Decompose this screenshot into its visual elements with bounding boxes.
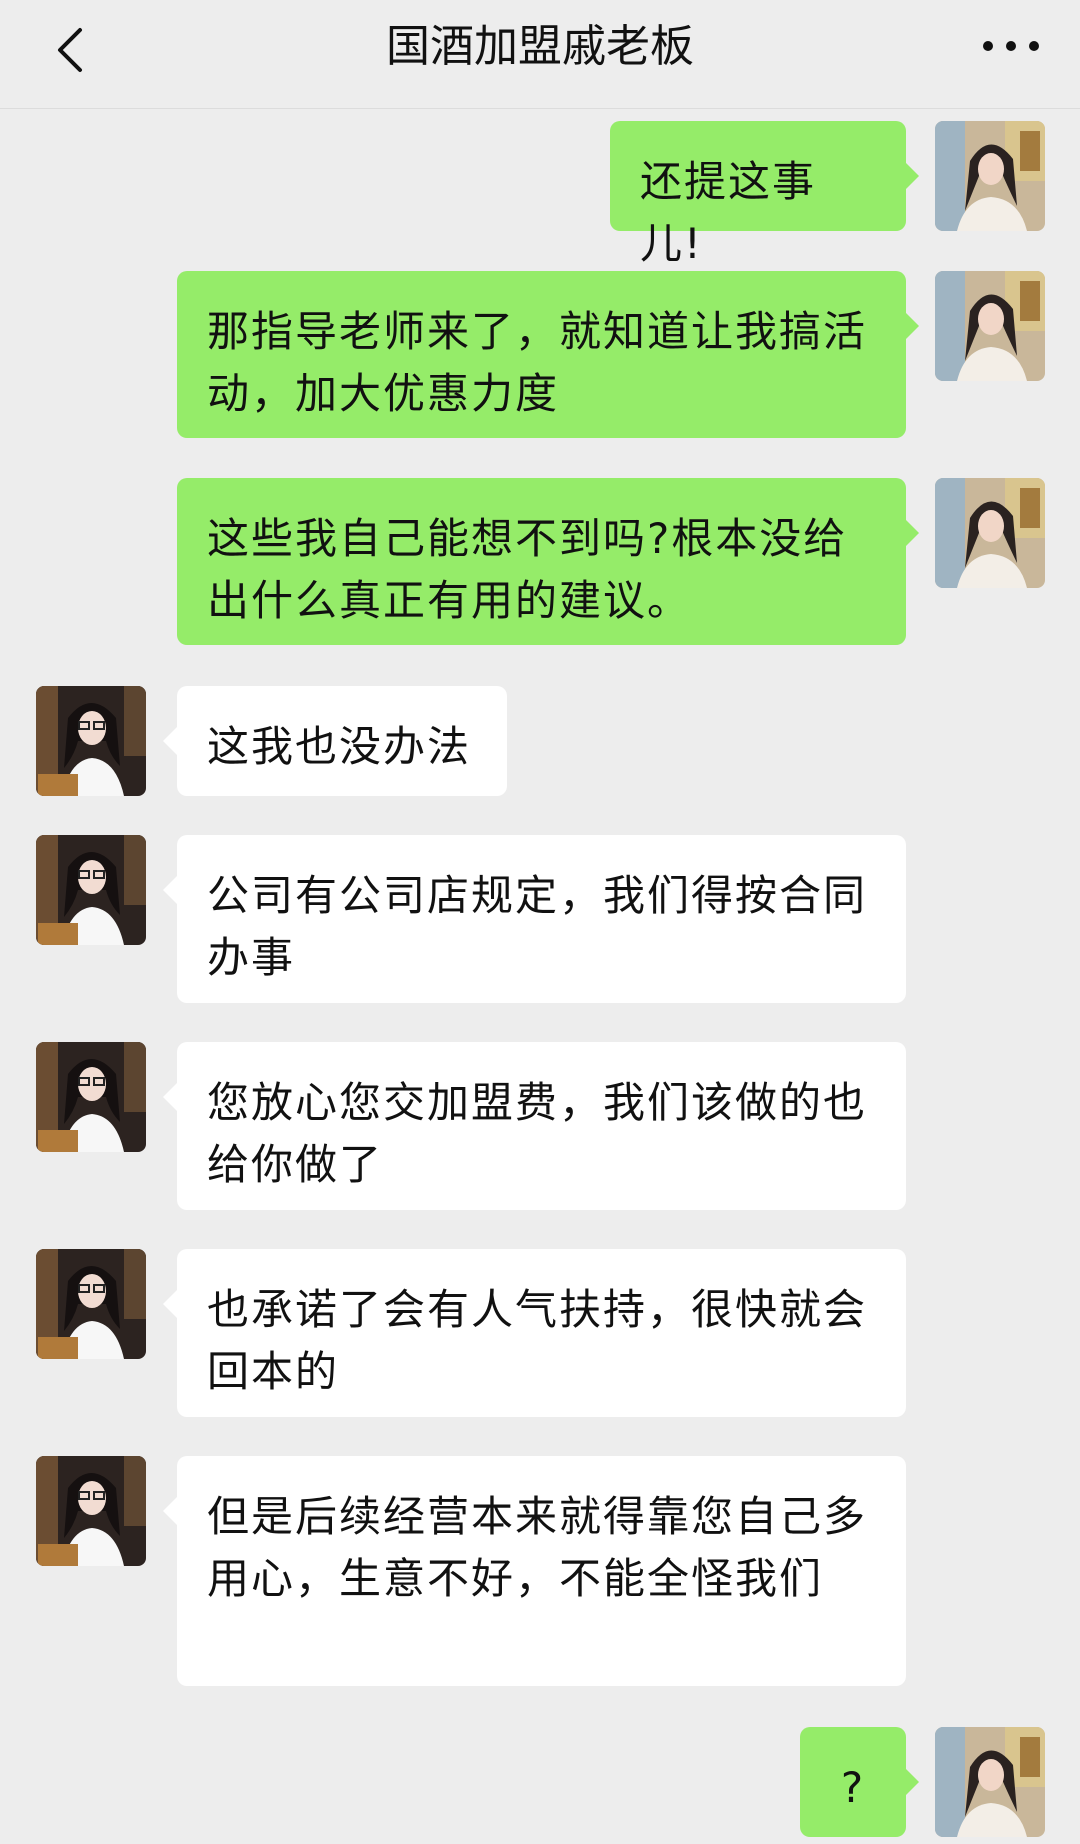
contact-avatar[interactable] (36, 686, 146, 796)
bubble-tail (905, 162, 919, 190)
avatar-image (36, 835, 146, 945)
bubble-tail (905, 519, 919, 547)
contact-avatar[interactable] (36, 1456, 146, 1566)
message-bubble[interactable]: 那指导老师来了，就知道让我搞活动，加大优惠力度 (177, 271, 906, 438)
message-bubble[interactable]: 您放心您交加盟费，我们该做的也给你做了 (177, 1042, 906, 1210)
contact-avatar[interactable] (36, 1249, 146, 1359)
avatar-image (36, 1249, 146, 1359)
self-avatar[interactable] (935, 121, 1045, 231)
message-bubble[interactable]: 公司有公司店规定，我们得按合同办事 (177, 835, 906, 1003)
bubble-tail (163, 876, 177, 904)
self-avatar[interactable] (935, 1727, 1045, 1837)
bubble-tail (905, 312, 919, 340)
navigation-bar: 国酒加盟戚老板 (0, 0, 1080, 109)
message-bubble[interactable]: ? (800, 1727, 906, 1837)
message-bubble[interactable]: 也承诺了会有人气扶持，很快就会回本的 (177, 1249, 906, 1417)
self-avatar[interactable] (935, 478, 1045, 588)
message-bubble[interactable]: 还提这事儿! (610, 121, 906, 268)
avatar-image (36, 686, 146, 796)
bubble-tail (905, 1768, 919, 1796)
contact-avatar[interactable] (36, 1042, 146, 1152)
more-dots-icon (983, 41, 1039, 51)
avatar-image (935, 1727, 1045, 1837)
message-bubble[interactable]: 但是后续经营本来就得靠您自己多用心，生意不好，不能全怪我们 (177, 1456, 906, 1686)
bubble-tail (163, 727, 177, 755)
more-button[interactable] (976, 20, 1046, 80)
avatar-image (36, 1042, 146, 1152)
avatar-image (935, 121, 1045, 231)
avatar-image (935, 478, 1045, 588)
avatar-image (935, 271, 1045, 381)
bubble-tail (163, 1290, 177, 1318)
avatar-image (36, 1456, 146, 1566)
chat-title: 国酒加盟戚老板 (386, 21, 694, 72)
self-avatar[interactable] (935, 271, 1045, 381)
contact-avatar[interactable] (36, 835, 146, 945)
message-bubble[interactable]: 这些我自己能想不到吗?根本没给出什么真正有用的建议。 (177, 478, 906, 645)
message-bubble[interactable]: 这我也没办法 (177, 686, 507, 796)
bubble-tail (163, 1497, 177, 1525)
bubble-tail (163, 1083, 177, 1111)
